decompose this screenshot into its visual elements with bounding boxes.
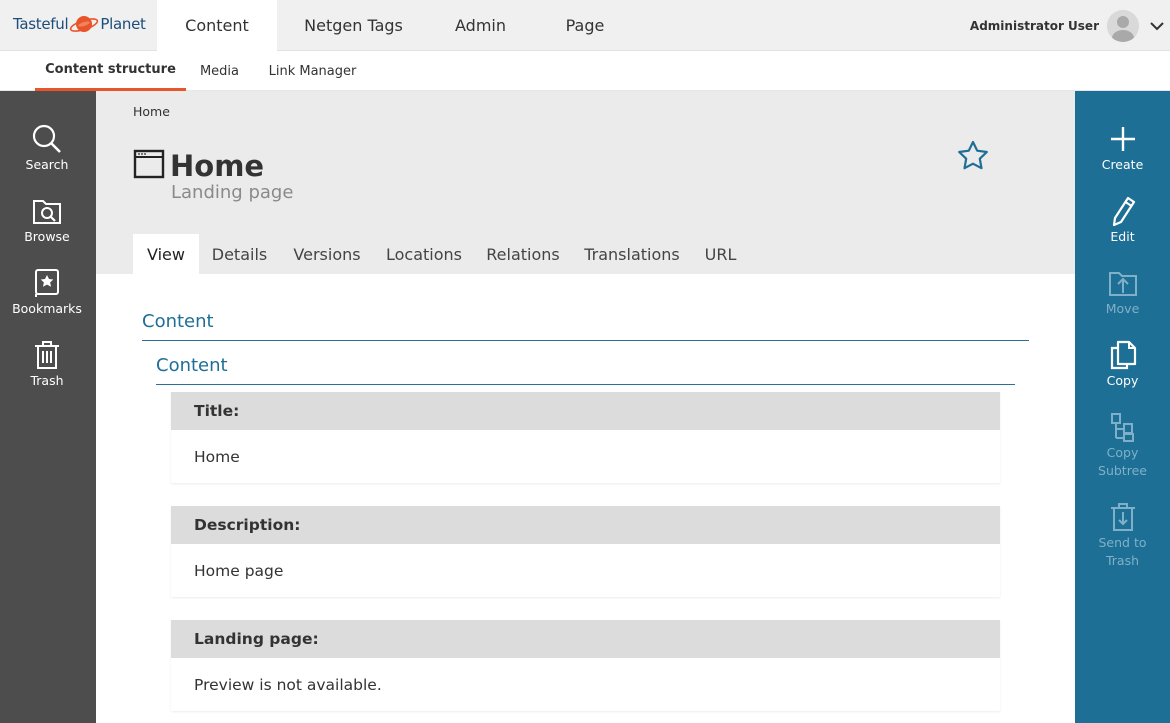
- sidebar-label-trash: Trash: [30, 373, 64, 388]
- content-tabs: View Details Versions Locations Relation…: [133, 234, 749, 274]
- breadcrumb[interactable]: Home: [133, 104, 170, 119]
- action-send-to-trash[interactable]: Send to Trash: [1075, 499, 1170, 570]
- chevron-down-icon[interactable]: [1146, 15, 1168, 37]
- action-create[interactable]: Create: [1075, 121, 1170, 174]
- sidebar-label-bookmarks: Bookmarks: [12, 301, 82, 316]
- action-copy-subtree[interactable]: Copy Subtree: [1075, 409, 1170, 480]
- content-section: Content: [142, 311, 1029, 341]
- sub-nav: Content structure Media Link Manager: [0, 51, 1170, 91]
- action-copy[interactable]: Copy: [1075, 337, 1170, 390]
- pencil-icon: [1112, 196, 1135, 227]
- brand-name-part1: Tasteful: [13, 15, 69, 33]
- action-edit[interactable]: Edit: [1075, 193, 1170, 246]
- bookmarks-icon: [35, 269, 59, 297]
- main-nav-admin[interactable]: Admin: [430, 0, 531, 51]
- page-subtitle: Landing page: [171, 182, 294, 203]
- tab-details[interactable]: Details: [199, 234, 280, 274]
- sidebar-label-browse: Browse: [24, 229, 70, 244]
- field-value: Home: [171, 430, 1000, 483]
- field-value: Preview is not available.: [171, 658, 1000, 711]
- move-icon: [1108, 272, 1137, 296]
- send-to-trash-icon: [1110, 503, 1135, 531]
- main-nav: Content Netgen Tags Admin Page: [157, 0, 639, 51]
- brand-name-part2: Planet: [100, 15, 146, 33]
- field-value: Home page: [171, 544, 1000, 597]
- trash-icon: [35, 341, 59, 369]
- sub-nav-media[interactable]: Media: [192, 51, 247, 91]
- planet-logo-icon: [69, 13, 99, 35]
- sidebar-item-trash[interactable]: Trash: [0, 335, 94, 403]
- action-label-copy-subtree: Copy Subtree: [1098, 445, 1147, 478]
- action-label-copy: Copy: [1106, 373, 1139, 388]
- tab-translations[interactable]: Translations: [572, 234, 692, 274]
- copy-subtree-icon: [1110, 413, 1134, 442]
- top-bar: Tasteful Planet Content Netgen Tags Admi…: [0, 0, 1170, 51]
- landing-page-icon: [133, 149, 165, 179]
- sidebar-item-search[interactable]: Search: [0, 119, 94, 187]
- field-title: Title: Home: [171, 392, 1000, 483]
- content-group: Content: [156, 355, 1015, 385]
- tab-relations[interactable]: Relations: [474, 234, 572, 274]
- tab-versions[interactable]: Versions: [280, 234, 374, 274]
- field-label: Landing page:: [171, 620, 1000, 658]
- content-group-title[interactable]: Content: [156, 355, 228, 376]
- action-label-send-to-trash: Send to Trash: [1098, 535, 1147, 568]
- sidebar-item-bookmarks[interactable]: Bookmarks: [0, 263, 94, 331]
- tab-locations[interactable]: Locations: [374, 234, 474, 274]
- brand-logo[interactable]: Tasteful Planet: [13, 12, 146, 36]
- right-sidebar: Create Edit Move Copy Copy Subtree Send …: [1075, 91, 1170, 723]
- main-nav-content[interactable]: Content: [157, 0, 277, 51]
- content-view: Content Content Title: Home Description:…: [96, 274, 1075, 723]
- field-description: Description: Home page: [171, 506, 1000, 597]
- field-label: Description:: [171, 506, 1000, 544]
- sidebar-item-browse[interactable]: Browse: [0, 191, 94, 259]
- sub-nav-link-manager[interactable]: Link Manager: [262, 51, 363, 91]
- content-section-title[interactable]: Content: [142, 311, 214, 332]
- tab-url[interactable]: URL: [692, 234, 749, 274]
- action-label-move: Move: [1105, 301, 1140, 316]
- plus-icon: [1110, 127, 1135, 151]
- copy-icon: [1110, 340, 1136, 370]
- sub-nav-content-structure[interactable]: Content structure: [35, 51, 186, 91]
- main-nav-netgen-tags[interactable]: Netgen Tags: [277, 0, 430, 51]
- bookmark-star-icon[interactable]: [956, 139, 990, 173]
- field-landing-page: Landing page: Preview is not available.: [171, 620, 1000, 711]
- browse-icon: [33, 200, 61, 224]
- user-menu[interactable]: Administrator User: [970, 0, 1170, 51]
- left-sidebar: Search Browse Bookmarks Trash: [0, 91, 96, 723]
- sidebar-label-search: Search: [25, 157, 69, 172]
- page-title: Home: [170, 149, 265, 183]
- action-label-create: Create: [1101, 157, 1144, 172]
- search-icon: [32, 124, 61, 153]
- action-move[interactable]: Move: [1075, 265, 1170, 318]
- field-label: Title:: [171, 392, 1000, 430]
- content-header: Home Home Landing page View Details Vers…: [96, 91, 1075, 274]
- main-nav-page[interactable]: Page: [531, 0, 639, 51]
- action-label-edit: Edit: [1110, 229, 1135, 244]
- avatar: [1107, 9, 1139, 42]
- user-name: Administrator User: [969, 18, 1099, 33]
- tab-view[interactable]: View: [133, 234, 199, 274]
